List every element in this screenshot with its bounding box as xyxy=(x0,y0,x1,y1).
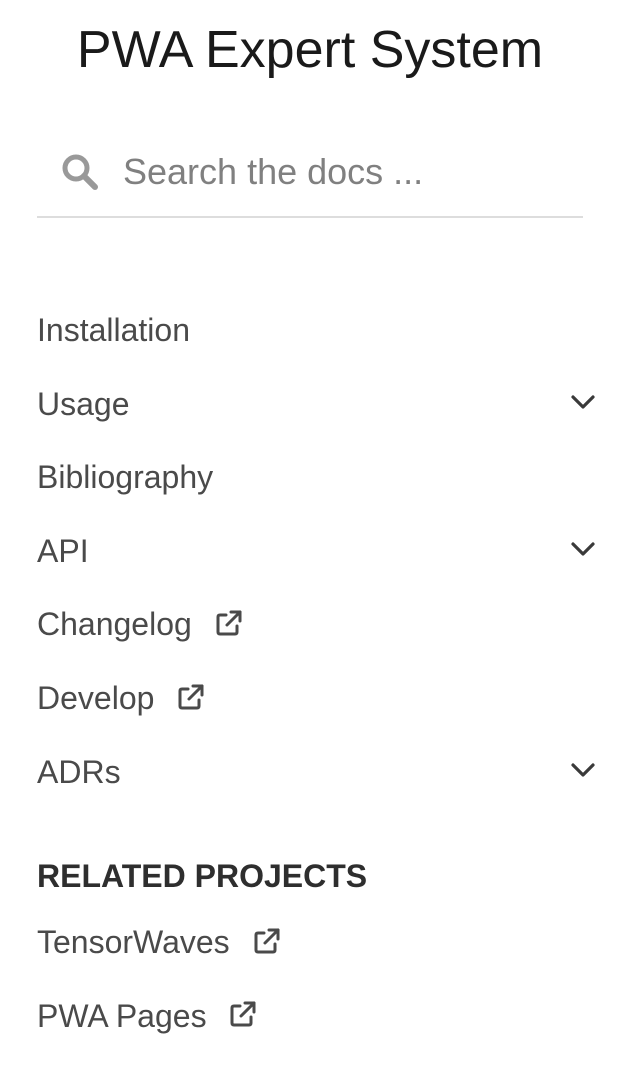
external-link-icon xyxy=(216,610,242,636)
related-item-label[interactable]: TensorWaves xyxy=(37,924,230,960)
nav-item-label[interactable]: Installation xyxy=(37,312,190,348)
main-nav: Installation Usage Bibliography API Chan… xyxy=(37,292,617,807)
external-link-icon xyxy=(254,928,280,954)
nav-item-label[interactable]: Usage xyxy=(37,385,130,421)
nav-item-usage[interactable]: Usage xyxy=(37,366,617,440)
search-input[interactable] xyxy=(123,146,563,198)
related-projects-nav: TensorWaves PWA Pages xyxy=(37,904,617,1051)
nav-item-api[interactable]: API xyxy=(37,513,617,587)
chevron-down-icon[interactable] xyxy=(569,756,597,784)
external-link-icon xyxy=(178,684,204,710)
chevron-down-icon[interactable] xyxy=(569,388,597,416)
nav-item-label[interactable]: Bibliography xyxy=(37,459,213,495)
nav-item-develop[interactable]: Develop xyxy=(37,660,617,734)
related-item-label[interactable]: PWA Pages xyxy=(37,997,207,1033)
nav-item-changelog[interactable]: Changelog xyxy=(37,586,617,660)
nav-item-label[interactable]: ADRs xyxy=(37,753,121,789)
nav-item-adrs[interactable]: ADRs xyxy=(37,734,617,808)
search-icon xyxy=(62,154,98,190)
section-heading-related-projects: RELATED PROJECTS xyxy=(37,858,368,894)
sidebar: PWA Expert System Installation Usage Bib… xyxy=(0,0,631,1075)
site-title[interactable]: PWA Expert System xyxy=(0,18,620,82)
nav-item-label[interactable]: API xyxy=(37,533,89,569)
nav-item-bibliography[interactable]: Bibliography xyxy=(37,439,617,513)
chevron-down-icon[interactable] xyxy=(569,535,597,563)
related-item-pwa-pages[interactable]: PWA Pages xyxy=(37,978,617,1052)
nav-item-label[interactable]: Changelog xyxy=(37,606,192,642)
nav-item-label[interactable]: Develop xyxy=(37,680,154,716)
search-box[interactable] xyxy=(37,132,583,218)
related-item-tensorwaves[interactable]: TensorWaves xyxy=(37,904,617,978)
nav-item-installation[interactable]: Installation xyxy=(37,292,617,366)
external-link-icon xyxy=(230,1001,256,1027)
